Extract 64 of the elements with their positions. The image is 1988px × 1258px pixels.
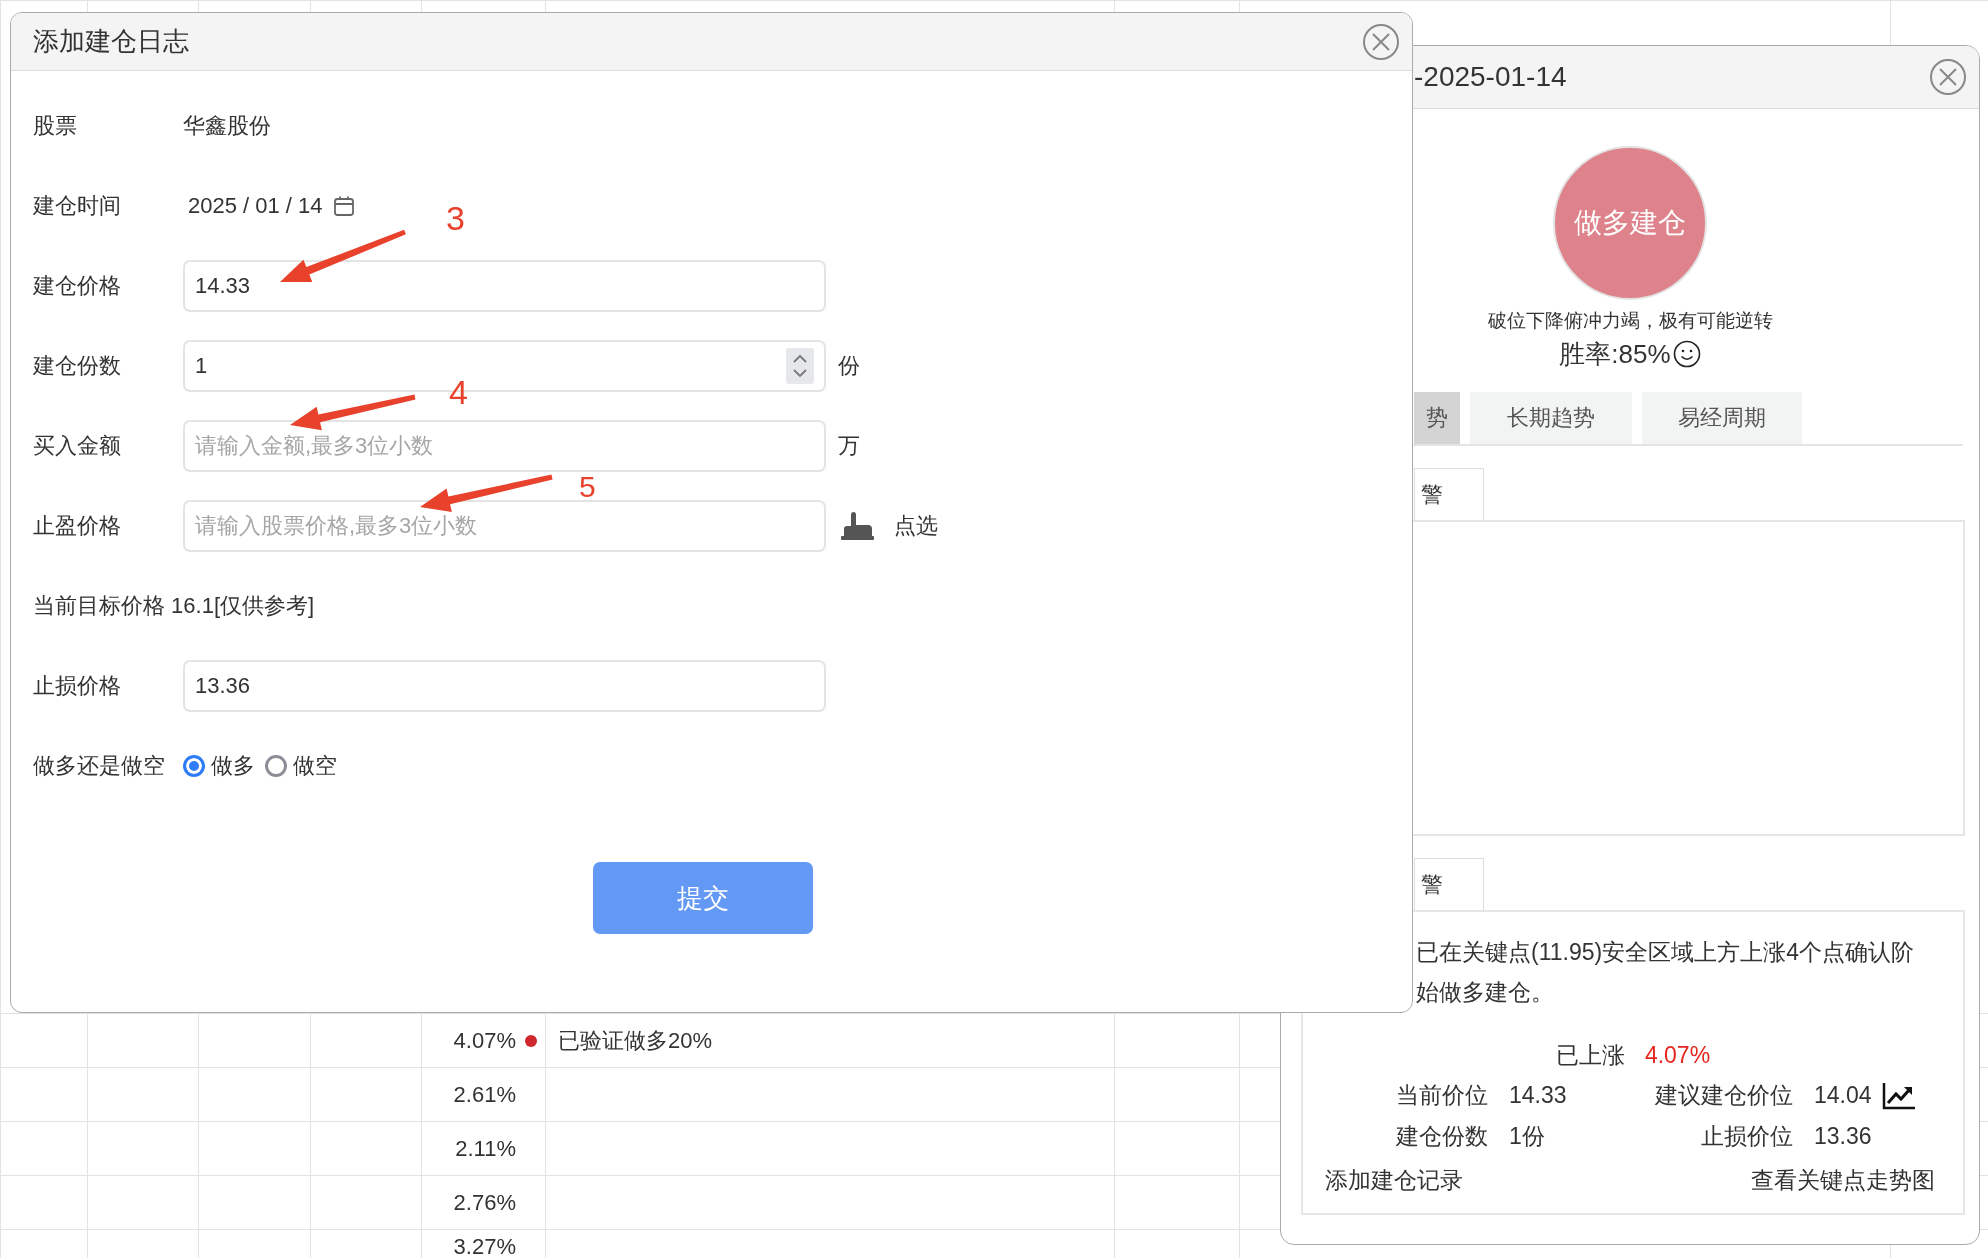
field-label: 做多还是做空 — [33, 752, 166, 780]
percent-text: 2.76% — [453, 1189, 516, 1216]
input-field[interactable]: 请输入股票价格,最多3位小数 — [183, 500, 826, 552]
stat-label: 止损价位 — [1700, 1122, 1793, 1151]
message-text: 始做多建仓。 — [1415, 978, 1555, 1007]
stat-value: 1份 — [1508, 1122, 1546, 1151]
link[interactable]: 查看关键点走势图 — [1751, 1159, 1935, 1201]
field-label: 止盈价格 — [33, 512, 122, 540]
link[interactable]: 添加建仓记录 — [1325, 1159, 1463, 1201]
annotation-number: 3 — [446, 198, 465, 238]
radio-label: 做空 — [293, 752, 337, 780]
stat-label: 当前价位 — [1395, 1081, 1488, 1110]
field-label: 建仓时间 — [33, 192, 122, 220]
stat-label: 建议建仓价位 — [1654, 1081, 1793, 1110]
annotation-number: 5 — [579, 473, 596, 500]
pick-link[interactable]: 点选 — [894, 511, 938, 541]
stat-value: 14.33 — [1508, 1081, 1568, 1110]
tab[interactable]: 警 — [1414, 468, 1484, 520]
unit-label: 万 — [838, 432, 860, 460]
rise-label: 已上涨 — [1555, 1041, 1625, 1070]
close-icon[interactable] — [1929, 58, 1967, 96]
signal-badge: 做多建仓 — [1553, 146, 1707, 300]
message-text: 已在关键点(11.95)安全区域上方上涨4个点确认阶 — [1415, 938, 1915, 967]
radio-button[interactable] — [183, 755, 205, 777]
note-text: 已验证做多20% — [557, 1027, 713, 1053]
stat-value: 13.36 — [1813, 1122, 1873, 1151]
text-input[interactable]: 14.33 — [185, 266, 814, 306]
rise-value: 4.07% — [1644, 1041, 1711, 1070]
stat-label: 建仓份数 — [1395, 1122, 1488, 1151]
tab[interactable]: 长期趋势 — [1470, 392, 1632, 444]
percent-text: 4.07% — [453, 1027, 516, 1054]
text-input[interactable]: 13.36 — [185, 666, 814, 706]
field-label: 建仓价格 — [33, 272, 122, 300]
field-label: 股票 — [33, 112, 78, 140]
hint-text: 当前目标价格 16.1[仅供参考] — [33, 592, 315, 620]
close-icon[interactable] — [1362, 22, 1400, 61]
reason-text: 破位下降俯冲力竭，极有可能逆转 — [1487, 309, 1773, 333]
input-field[interactable]: 13.36 — [183, 660, 826, 712]
window-title: -2025-01-14 — [1414, 61, 1567, 93]
field-value: 华鑫股份 — [183, 112, 271, 140]
unit-label: 份 — [838, 352, 860, 380]
field-label: 建仓份数 — [33, 352, 122, 380]
radio-button[interactable] — [265, 755, 287, 777]
trend-chart-icon[interactable] — [1882, 1080, 1916, 1111]
tab[interactable]: 易经周期 — [1642, 392, 1802, 444]
smiley-icon — [1672, 340, 1701, 368]
percent-text: 3.27% — [453, 1234, 516, 1258]
date-field[interactable]: 2025 / 01 / 14 — [183, 193, 355, 219]
dialog-title: 添加建仓日志 — [33, 25, 189, 58]
tab[interactable]: 警 — [1414, 858, 1484, 910]
radio-label: 做多 — [211, 752, 255, 780]
stepper-arrows-icon[interactable] — [786, 348, 814, 384]
win-rate-text: 胜率:85% — [1559, 338, 1671, 371]
input-field[interactable]: 14.33 — [183, 260, 826, 312]
field-label: 买入金额 — [33, 432, 122, 460]
tab[interactable]: 势 — [1414, 392, 1460, 444]
input-field[interactable]: 请输入金额,最多3位小数 — [183, 420, 826, 472]
percent-text: 2.61% — [453, 1081, 516, 1108]
calendar-icon — [332, 195, 355, 217]
stat-value: 14.04 — [1813, 1081, 1873, 1110]
percent-text: 2.11% — [455, 1135, 516, 1162]
field-label: 止损价格 — [33, 672, 122, 700]
text-input[interactable]: 请输入股票价格,最多3位小数 — [185, 506, 814, 546]
text-input[interactable]: 请输入金额,最多3位小数 — [185, 426, 814, 466]
